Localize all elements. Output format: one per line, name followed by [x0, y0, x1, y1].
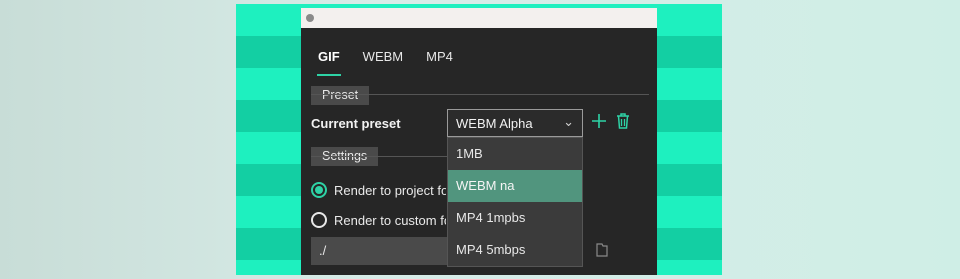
- backdrop-stripes: GIF WEBM MP4 Preset Current preset WEBM …: [236, 4, 722, 275]
- preset-section-label: Preset: [311, 86, 370, 105]
- radio-render-project-label: Render to project fol: [334, 183, 446, 198]
- preset-option[interactable]: MP4 1mpbs: [448, 202, 582, 234]
- preset-select[interactable]: WEBM Alpha ⌄: [447, 109, 583, 137]
- preset-dropdown-list: 1MB WEBM na MP4 1mpbs MP4 5mbps: [447, 137, 583, 267]
- format-tabs: GIF WEBM MP4: [317, 49, 476, 76]
- preset-option-highlighted[interactable]: WEBM na: [448, 170, 582, 202]
- tab-webm[interactable]: WEBM: [363, 49, 403, 64]
- add-icon[interactable]: [591, 112, 607, 130]
- export-window: GIF WEBM MP4 Preset Current preset WEBM …: [301, 8, 657, 275]
- title-bar[interactable]: [301, 8, 657, 28]
- radio-render-custom-label: Render to custom fo: [334, 213, 446, 228]
- preset-option[interactable]: 1MB: [448, 138, 582, 170]
- preset-divider: [311, 94, 649, 95]
- window-dot-icon[interactable]: [306, 14, 314, 22]
- folder-icon[interactable]: [595, 242, 609, 258]
- radio-render-project[interactable]: [311, 182, 327, 198]
- trash-icon[interactable]: [615, 112, 631, 130]
- current-preset-label: Current preset: [311, 116, 401, 131]
- settings-divider: [311, 156, 451, 157]
- tab-mp4[interactable]: MP4: [426, 49, 453, 64]
- preset-select-value: WEBM Alpha: [456, 116, 533, 131]
- tab-gif[interactable]: GIF: [317, 49, 341, 76]
- preset-option[interactable]: MP4 5mbps: [448, 234, 582, 266]
- output-path-field[interactable]: ./: [311, 237, 447, 265]
- chevron-down-icon: ⌄: [563, 114, 574, 129]
- radio-render-custom[interactable]: [311, 212, 327, 228]
